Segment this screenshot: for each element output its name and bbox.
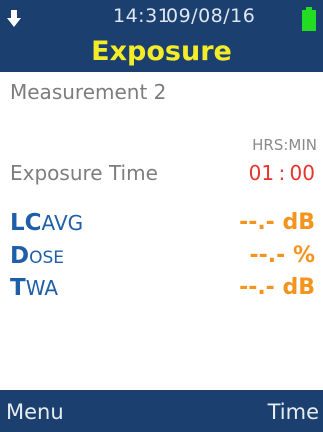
header-bar: 14:31 09/08/16 Exposure bbox=[0, 0, 323, 72]
time-softkey[interactable]: Time bbox=[268, 400, 319, 424]
softkey-bar: Menu Time bbox=[0, 390, 323, 432]
menu-softkey[interactable]: Menu bbox=[6, 400, 64, 424]
time-units-label: HRS:MIN bbox=[252, 136, 317, 154]
exposure-screen: 14:31 09/08/16 Exposure Measurement 2 HR… bbox=[0, 0, 323, 432]
dose-value: --.- % bbox=[249, 243, 315, 268]
lcavg-label-rest: AVG bbox=[41, 211, 84, 235]
battery-icon bbox=[302, 7, 316, 31]
lcavg-value: --.- dB bbox=[239, 210, 315, 235]
dose-label-lead: D bbox=[10, 243, 30, 269]
lcavg-label: LCAVG bbox=[10, 210, 83, 236]
measurement-label: Measurement 2 bbox=[10, 80, 167, 104]
clock-time: 14:31 bbox=[113, 5, 171, 27]
status-bar: 14:31 09/08/16 bbox=[0, 0, 323, 32]
twa-label: TWA bbox=[10, 275, 58, 301]
dose-label: DOSE bbox=[10, 243, 64, 269]
twa-label-lead: T bbox=[10, 275, 26, 301]
twa-value: --.- dB bbox=[239, 275, 315, 300]
exposure-time-value: 01 : 00 bbox=[248, 161, 315, 185]
twa-label-rest: WA bbox=[25, 276, 59, 300]
download-arrow-icon bbox=[7, 10, 21, 27]
exposure-time-label: Exposure Time bbox=[10, 161, 158, 185]
clock-date: 09/08/16 bbox=[166, 5, 256, 27]
page-title: Exposure bbox=[91, 36, 232, 67]
dose-label-rest: OSE bbox=[29, 248, 65, 268]
lcavg-label-lead: LC bbox=[10, 210, 42, 236]
